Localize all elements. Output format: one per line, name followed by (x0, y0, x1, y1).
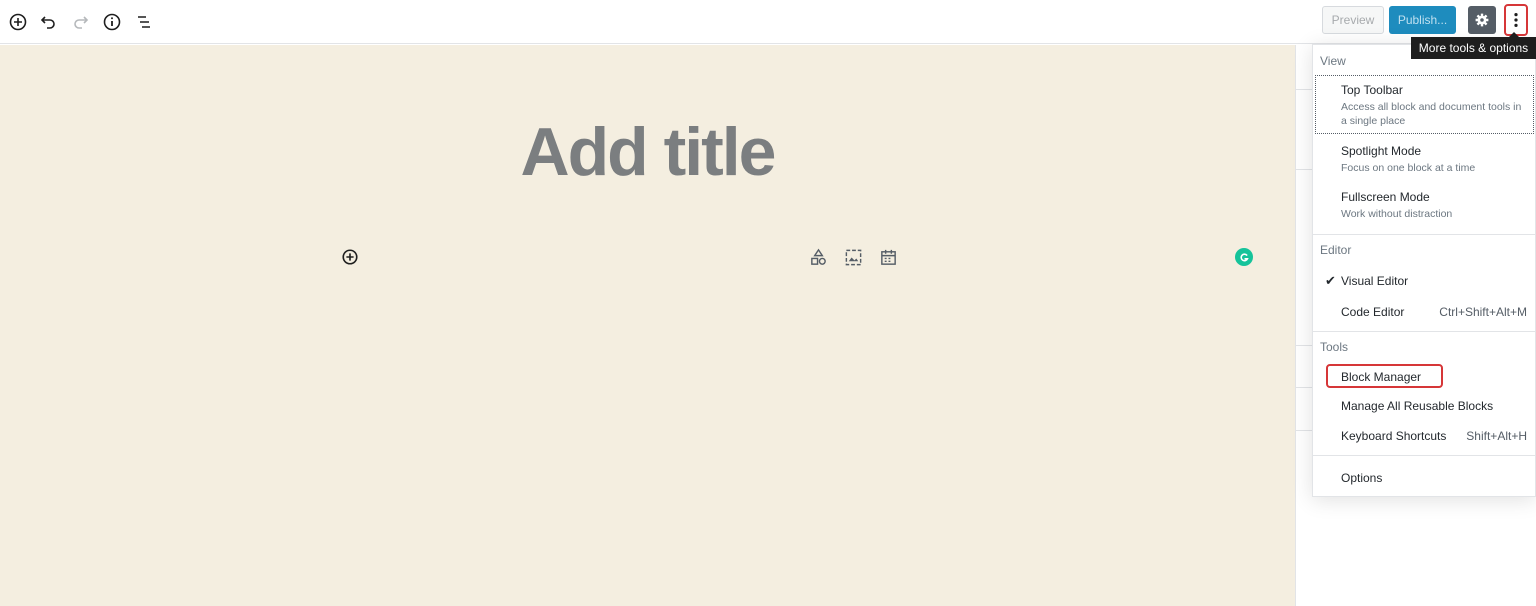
preview-button[interactable]: Preview (1322, 6, 1384, 34)
menu-item-spotlight-mode[interactable]: Spotlight Mode Focus on one block at a t… (1341, 144, 1527, 175)
menu-item-label: Options (1341, 471, 1383, 485)
calendar-icon[interactable] (878, 247, 899, 268)
menu-item-code-editor[interactable]: Code Editor Ctrl+Shift+Alt+M (1341, 305, 1527, 319)
menu-item-label: Spotlight Mode (1341, 144, 1422, 158)
menu-item-label: Fullscreen Mode (1341, 190, 1430, 204)
menu-item-shortcut: Ctrl+Shift+Alt+M (1439, 305, 1527, 319)
top-toolbar: Preview Publish... (0, 0, 1536, 44)
redo-icon[interactable] (66, 8, 94, 36)
menu-item-label: Visual Editor (1341, 274, 1409, 288)
info-icon[interactable] (98, 8, 126, 36)
tools-group-label: Tools (1320, 340, 1349, 354)
outline-icon[interactable] (130, 8, 158, 36)
menu-item-top-toolbar[interactable]: Top Toolbar Access all block and documen… (1341, 83, 1527, 128)
menu-item-label: Block Manager (1341, 370, 1422, 384)
inline-add-block-icon[interactable] (341, 248, 359, 266)
view-group-label: View (1320, 54, 1346, 68)
menu-item-label: Manage All Reusable Blocks (1341, 399, 1494, 413)
shapes-icon[interactable] (808, 247, 829, 268)
settings-gear-icon[interactable] (1468, 6, 1496, 34)
add-block-icon[interactable] (4, 8, 32, 36)
more-tools-tooltip: More tools & options (1411, 32, 1536, 59)
menu-item-desc: Access all block and document tools in a… (1341, 101, 1522, 127)
menu-item-fullscreen-mode[interactable]: Fullscreen Mode Work without distraction (1341, 190, 1527, 221)
publish-button[interactable]: Publish... (1389, 6, 1456, 34)
checkmark-icon: ✔ (1325, 273, 1336, 288)
grammarly-icon[interactable] (1235, 248, 1253, 266)
menu-item-label: Top Toolbar (1341, 83, 1403, 97)
editor-group-label: Editor (1320, 243, 1352, 257)
image-icon[interactable] (843, 247, 864, 268)
menu-item-keyboard-shortcuts[interactable]: Keyboard Shortcuts Shift+Alt+H (1341, 429, 1527, 443)
quick-block-icons (808, 247, 899, 268)
menu-item-desc: Focus on one block at a time (1341, 162, 1476, 174)
editor-canvas[interactable]: Add title (0, 45, 1295, 606)
more-tools-menu: View Top Toolbar Access all block and do… (1312, 44, 1536, 497)
undo-icon[interactable] (35, 8, 63, 36)
menu-item-shortcut: Shift+Alt+H (1466, 429, 1527, 443)
menu-item-block-manager[interactable]: Block Manager (1341, 370, 1527, 384)
post-title[interactable]: Add title (0, 113, 1295, 191)
menu-item-manage-reusable-blocks[interactable]: Manage All Reusable Blocks (1341, 399, 1527, 413)
menu-item-options[interactable]: Options (1341, 471, 1527, 485)
menu-item-desc: Work without distraction (1341, 208, 1453, 220)
menu-item-visual-editor[interactable]: Visual Editor (1341, 274, 1527, 288)
